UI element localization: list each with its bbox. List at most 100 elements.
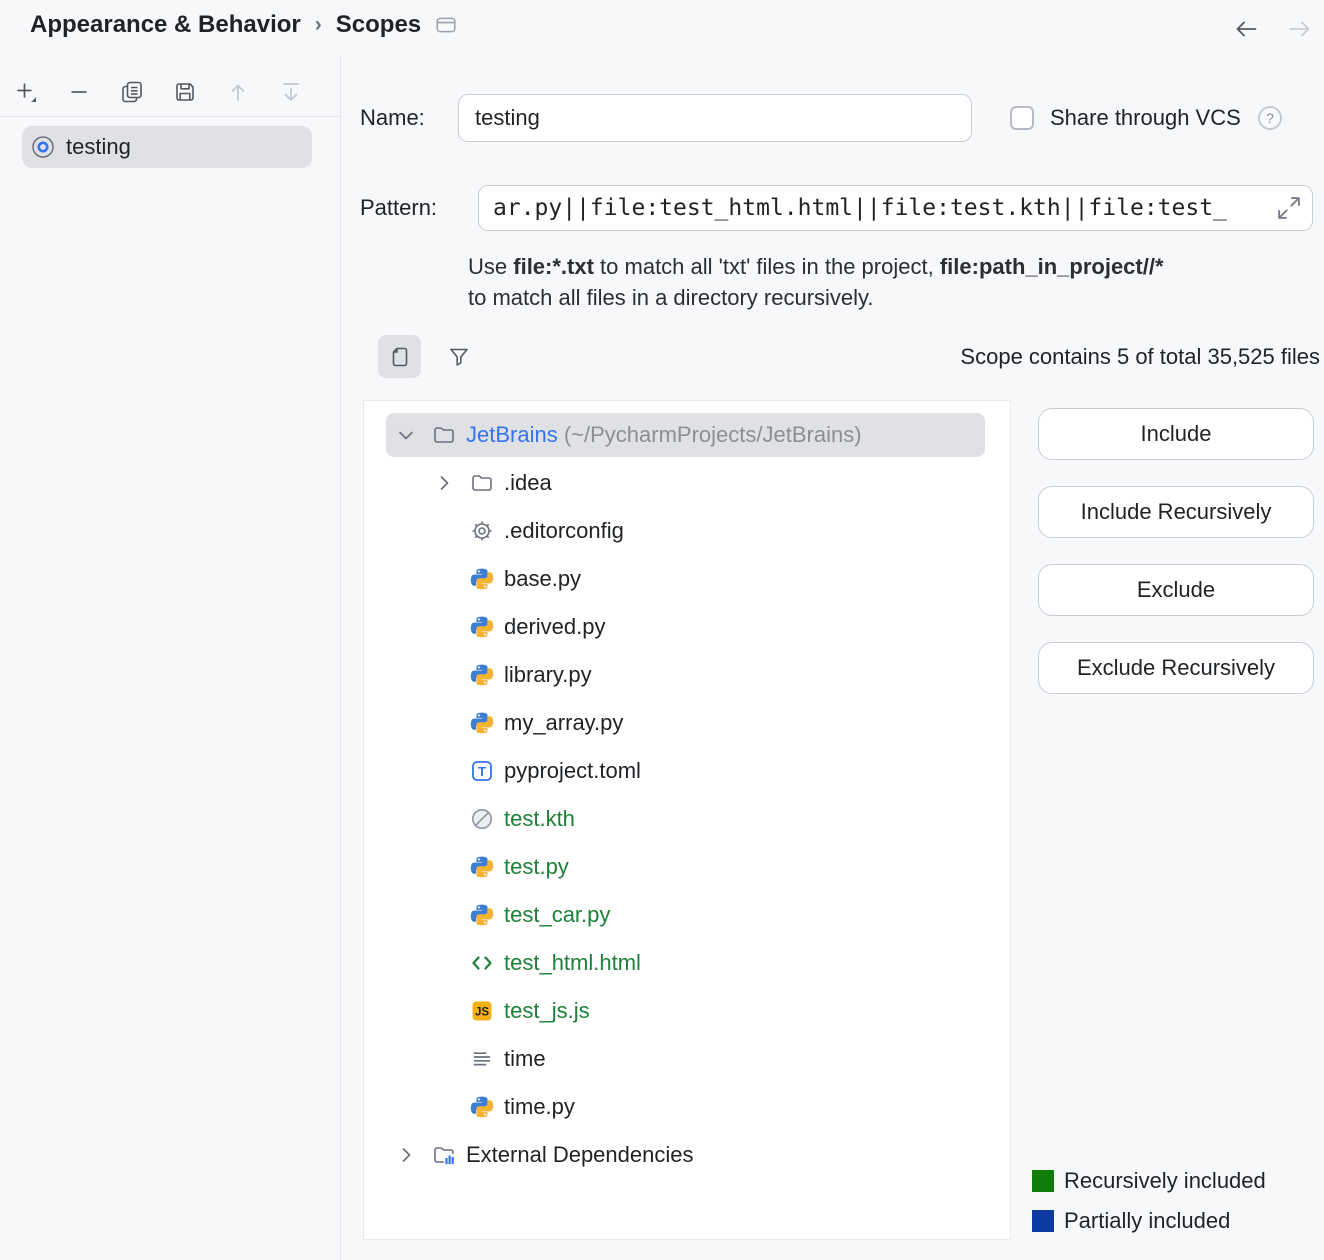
scope-pattern-input[interactable]	[478, 185, 1313, 231]
tree-item-label: pyproject.toml	[504, 758, 641, 784]
svg-text:?: ?	[1266, 110, 1274, 126]
download-button[interactable]	[279, 80, 303, 104]
tree-item-label: test_car.py	[504, 902, 610, 928]
folder-icon	[470, 471, 494, 495]
tree-row[interactable]: base.py	[364, 555, 1010, 603]
chevron-down-icon[interactable]	[394, 423, 418, 447]
text-file-icon	[470, 1047, 494, 1071]
tree-row[interactable]: .editorconfig	[364, 507, 1010, 555]
tree-item-label: JetBrains	[466, 422, 558, 448]
tree-item-label: time.py	[504, 1094, 575, 1120]
legend-item: Partially included	[1032, 1207, 1266, 1235]
scopes-list: testing	[22, 126, 312, 168]
tree-row[interactable]: External Dependencies	[364, 1131, 1010, 1179]
chevron-right-icon[interactable]	[394, 1143, 418, 1167]
js-icon: JS	[470, 999, 494, 1023]
python-icon	[470, 567, 494, 591]
html-icon	[470, 951, 494, 975]
save-button[interactable]	[173, 80, 197, 104]
scope-action-buttons: Include Include Recursively Exclude Exclude…	[1038, 408, 1314, 694]
tree-item-label: test.kth	[504, 806, 575, 832]
tree-row[interactable]: test.kth	[364, 795, 1010, 843]
expand-icon[interactable]	[1275, 194, 1303, 222]
tree-item-label: .idea	[504, 470, 552, 496]
show-files-icon	[388, 345, 412, 369]
python-icon	[470, 615, 494, 639]
tree-indent	[432, 759, 470, 783]
unknown-file-icon	[470, 807, 494, 831]
tree-row[interactable]: test.py	[364, 843, 1010, 891]
pattern-help-text: Use file:*.txt to match all 'txt' files …	[468, 251, 1164, 313]
legend-swatch	[1032, 1170, 1054, 1192]
python-icon	[470, 711, 494, 735]
tree-indent	[432, 519, 470, 543]
include-recursively-button[interactable]: Include Recursively	[1038, 486, 1314, 538]
tree-toolbar	[378, 335, 480, 378]
tree-item-path: (~/PycharmProjects/JetBrains)	[558, 422, 862, 448]
back-icon[interactable]	[1234, 16, 1260, 42]
filter-button[interactable]	[437, 335, 480, 378]
tree-row[interactable]: Tpyproject.toml	[364, 747, 1010, 795]
show-files-button[interactable]	[378, 335, 421, 378]
tree-row[interactable]: JetBrains (~/PycharmProjects/JetBrains)	[364, 411, 1010, 459]
folder-library-icon	[432, 1143, 456, 1167]
share-vcs-label: Share through VCS	[1050, 105, 1241, 131]
share-vcs-checkbox[interactable]	[1010, 106, 1034, 130]
forward-icon[interactable]	[1286, 16, 1312, 42]
tree-item-label: test.py	[504, 854, 569, 880]
python-icon	[470, 1095, 494, 1119]
tree-indent	[432, 615, 470, 639]
tree-row[interactable]: time	[364, 1035, 1010, 1083]
tree-row[interactable]: .idea	[364, 459, 1010, 507]
tree-row[interactable]: JS test_js.js	[364, 987, 1010, 1035]
window-icon	[435, 14, 457, 36]
tree-row[interactable]: test_html.html	[364, 939, 1010, 987]
legend-swatch	[1032, 1210, 1054, 1232]
scope-name-input[interactable]	[458, 94, 972, 142]
legend: Recursively included Partially included	[1032, 1167, 1266, 1235]
tree-item-label: time	[504, 1046, 546, 1072]
tree-row[interactable]: my_array.py	[364, 699, 1010, 747]
svg-text:T: T	[478, 764, 486, 779]
exclude-recursively-button[interactable]: Exclude Recursively	[1038, 642, 1314, 694]
upload-button[interactable]	[226, 80, 250, 104]
tree-row[interactable]: library.py	[364, 651, 1010, 699]
name-label: Name:	[360, 94, 425, 142]
exclude-button[interactable]: Exclude	[1038, 564, 1314, 616]
tree-indent	[432, 855, 470, 879]
chevron-right-icon[interactable]	[432, 471, 456, 495]
tree-row[interactable]: test_car.py	[364, 891, 1010, 939]
legend-item: Recursively included	[1032, 1167, 1266, 1195]
breadcrumb-separator: ›	[315, 13, 322, 37]
tree-item-label: .editorconfig	[504, 518, 624, 544]
tree-item-label: test_js.js	[504, 998, 590, 1024]
tree-item-label: derived.py	[504, 614, 606, 640]
add-button[interactable]	[14, 80, 38, 104]
breadcrumb-item-appearance-behavior[interactable]: Appearance & Behavior	[30, 11, 301, 39]
remove-button[interactable]	[67, 80, 91, 104]
tree-row[interactable]: time.py	[364, 1083, 1010, 1131]
tree-indent	[432, 951, 470, 975]
help-text-segment: to match all 'txt' files in the project,	[594, 254, 940, 279]
include-button[interactable]: Include	[1038, 408, 1314, 460]
tree-indent	[432, 1047, 470, 1071]
tree-indent	[432, 903, 470, 927]
scope-list-item[interactable]: testing	[22, 126, 312, 168]
tree-indent	[432, 567, 470, 591]
gear-icon	[470, 519, 494, 543]
copy-button[interactable]	[120, 80, 144, 104]
tree-indent	[432, 807, 470, 831]
python-icon	[470, 903, 494, 927]
sidebar-divider	[340, 56, 341, 1260]
help-icon[interactable]: ?	[1257, 105, 1283, 131]
tree-row[interactable]: derived.py	[364, 603, 1010, 651]
scope-summary: Scope contains 5 of total 35,525 files	[700, 344, 1320, 370]
settings-scopes-page: Appearance & Behavior›Scopes testing Nam…	[0, 0, 1324, 1260]
filter-icon	[447, 345, 471, 369]
tree-indent	[432, 663, 470, 687]
tree-item-label: test_html.html	[504, 950, 641, 976]
legend-label: Recursively included	[1064, 1168, 1266, 1194]
python-icon	[470, 663, 494, 687]
scopes-list-toolbar	[0, 67, 340, 117]
tree-item-label: my_array.py	[504, 710, 623, 736]
